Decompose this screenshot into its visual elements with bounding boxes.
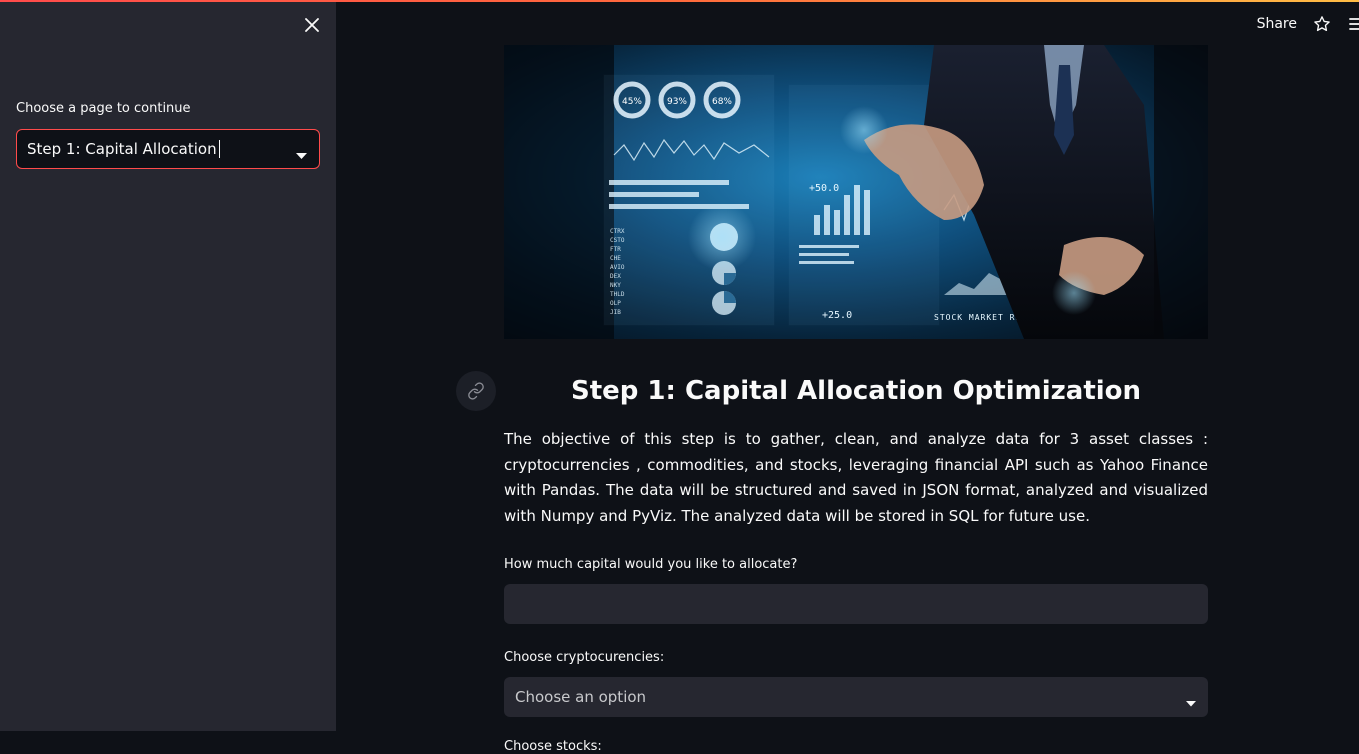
- hero-gauge-3: 68%: [712, 97, 732, 107]
- hero-ticker: CSTO: [610, 237, 625, 244]
- page-title: Step 1: Capital Allocation Optimization: [570, 376, 1142, 406]
- hamburger-menu-icon[interactable]: [1349, 17, 1359, 31]
- hero-chart-value-b: +25.0: [822, 310, 852, 321]
- crypto-label: Choose cryptocurencies:: [504, 650, 665, 665]
- hero-ticker: CHE: [610, 255, 621, 262]
- title-row: Step 1: Capital Allocation Optimization: [456, 359, 1208, 419]
- hero-ticker: DEX: [610, 273, 621, 280]
- hero-ticker: FTR: [610, 246, 621, 253]
- crypto-select-placeholder: Choose an option: [515, 688, 647, 706]
- hero-image: 45% 93% 68% CTRX CSTO FTR CHE AVIO DEX N…: [504, 45, 1208, 339]
- top-accent-bar: [0, 0, 1359, 2]
- hero-chart-value-a: +50.0: [809, 183, 839, 194]
- page-select-label: Choose a page to continue: [16, 101, 191, 116]
- hero-gauge-2: 93%: [667, 97, 687, 107]
- star-icon[interactable]: [1313, 15, 1331, 33]
- chevron-down-icon: [296, 145, 307, 164]
- text-cursor: [218, 140, 220, 158]
- close-icon[interactable]: [300, 13, 324, 37]
- main-content: 45% 93% 68% CTRX CSTO FTR CHE AVIO DEX N…: [456, 45, 1208, 754]
- capital-input[interactable]: [504, 584, 1208, 624]
- capital-label: How much capital would you like to alloc…: [504, 557, 798, 572]
- chevron-down-icon: [1186, 692, 1196, 711]
- share-button[interactable]: Share: [1257, 16, 1297, 32]
- hero-ticker: OLP: [610, 300, 621, 307]
- hero-ticker: THLD: [610, 291, 625, 298]
- crypto-select[interactable]: Choose an option: [504, 677, 1208, 717]
- hero-ticker: AVIO: [610, 264, 625, 271]
- hero-gauge-1: 45%: [622, 97, 642, 107]
- page-select[interactable]: Step 1: Capital Allocation: [16, 129, 320, 169]
- hero-ticker: NKY: [610, 282, 621, 289]
- header-actions: Share: [1257, 12, 1359, 36]
- description-text: The objective of this step is to gather,…: [504, 430, 1208, 525]
- stocks-label: Choose stocks:: [504, 739, 602, 754]
- hero-ticker: JIB: [610, 309, 621, 316]
- page-select-value: Step 1: Capital Allocation: [27, 140, 217, 158]
- link-icon[interactable]: [456, 371, 496, 411]
- sidebar: Choose a page to continue Step 1: Capita…: [0, 0, 336, 731]
- hero-ticker: CTRX: [610, 228, 625, 235]
